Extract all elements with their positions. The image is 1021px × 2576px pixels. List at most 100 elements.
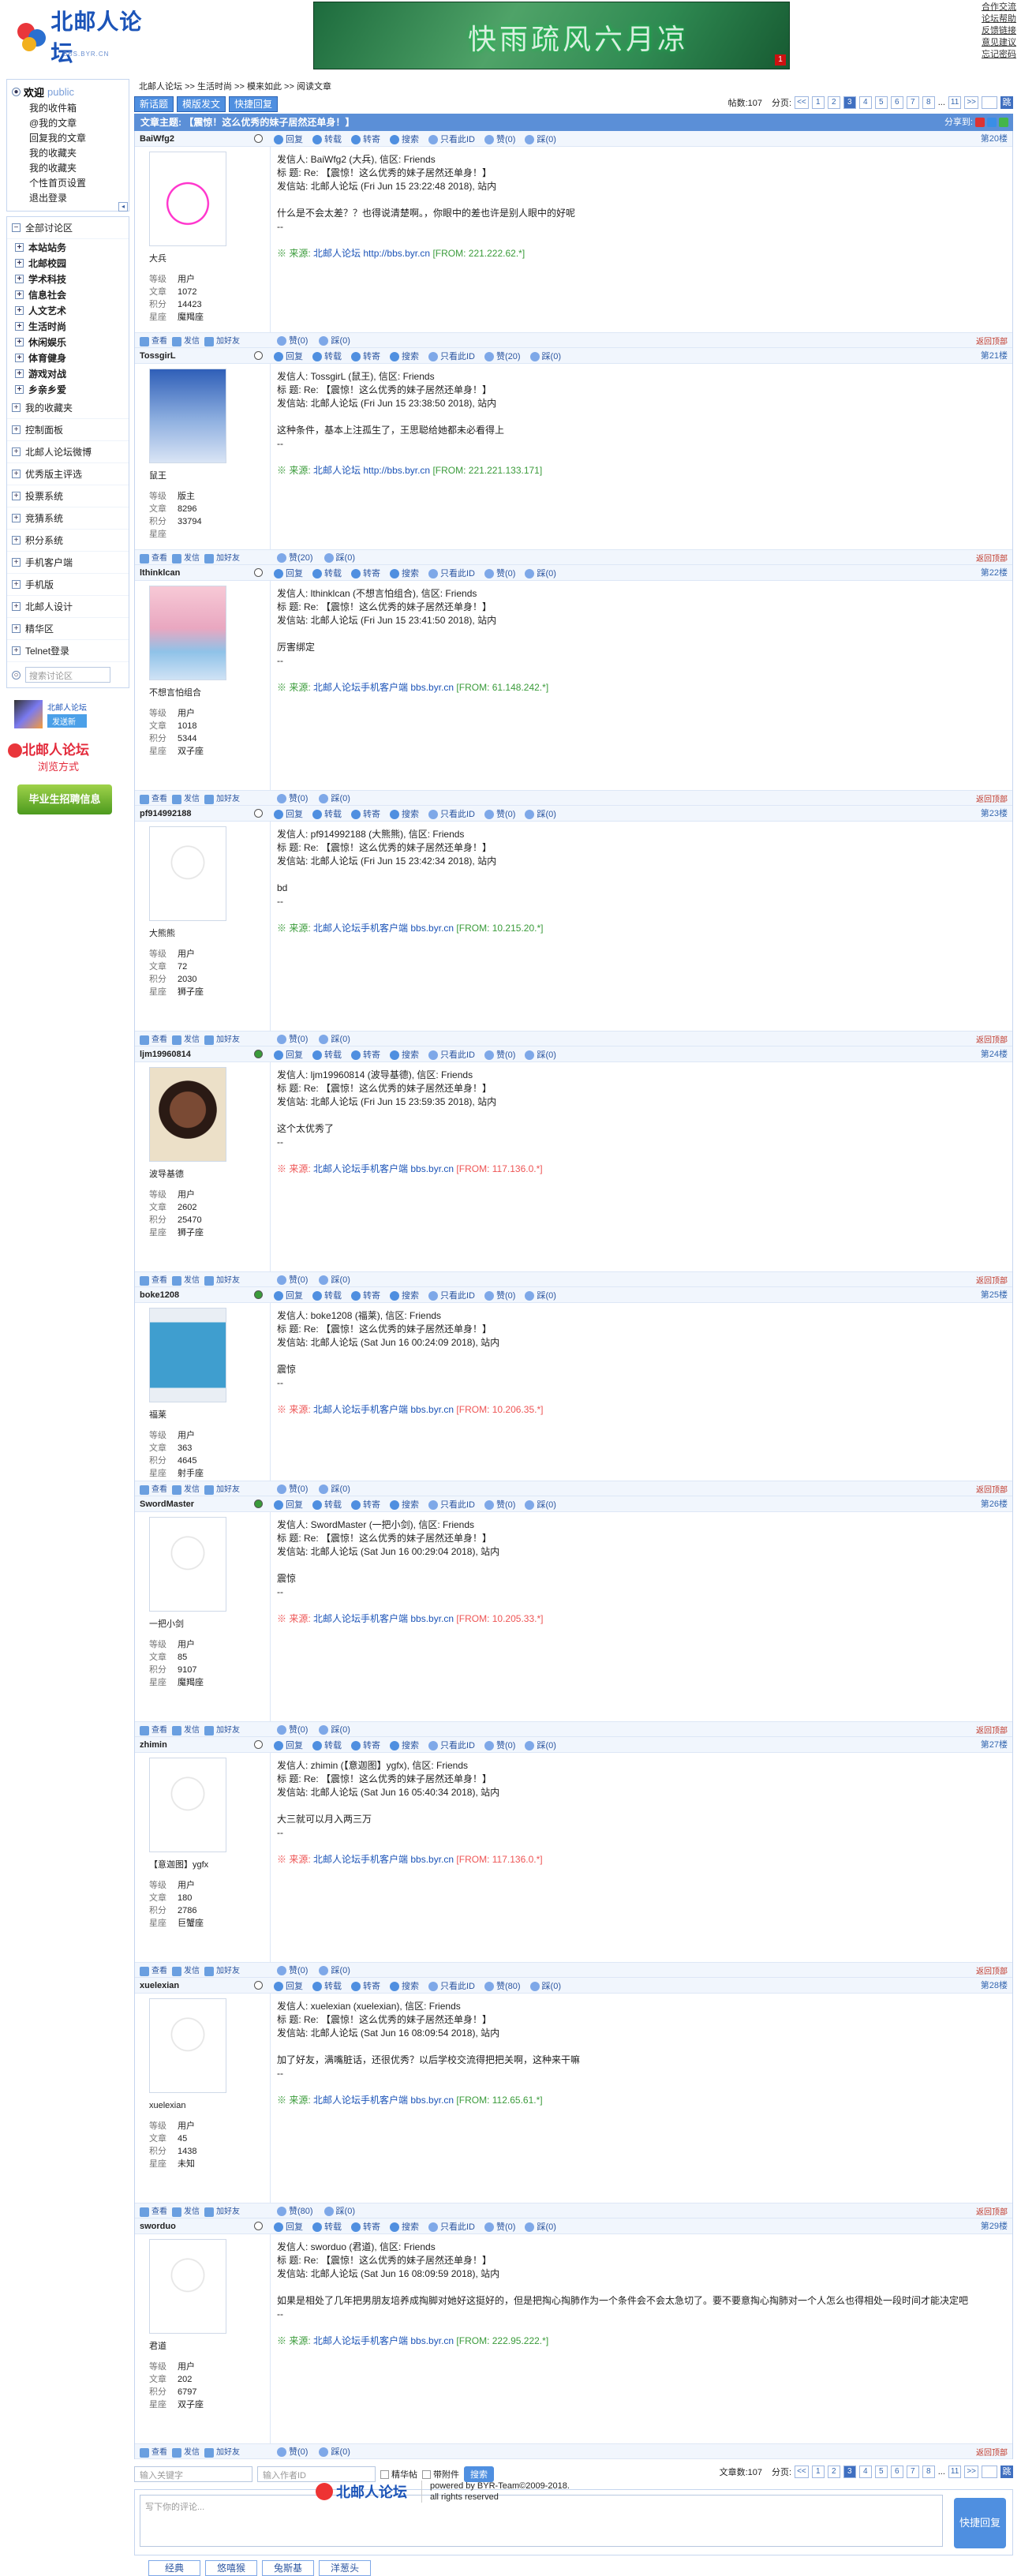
reply-action[interactable]: 回复 [274, 350, 303, 362]
dislike-action[interactable]: 踩(0) [525, 1289, 556, 1301]
nav-digest[interactable]: + 精华区 [7, 618, 129, 640]
forward-action[interactable]: 转载 [312, 2220, 342, 2233]
source-link[interactable]: 北邮人论坛手机客户端 [313, 2095, 408, 2106]
dislike-action[interactable]: 踩(0) [525, 1739, 556, 1751]
board-item[interactable]: + 北邮校园 [15, 255, 129, 271]
forward-action[interactable]: 转载 [312, 567, 342, 579]
author-id-label[interactable]: ljm19960814 [140, 1050, 191, 1059]
dislike-action[interactable]: 踩(0) [319, 1723, 350, 1735]
view-user-action[interactable]: 查看 [140, 1964, 167, 1976]
expand-icon[interactable]: + [12, 470, 21, 478]
pager-current[interactable]: 3 [843, 2466, 856, 2478]
nav-points-system[interactable]: + 积分系统 [7, 530, 129, 552]
floor-number[interactable]: 第24楼 [981, 1046, 1008, 1062]
add-friend-action[interactable]: 加好友 [204, 1964, 240, 1976]
avatar[interactable] [149, 1308, 226, 1402]
pager-page[interactable]: 2 [827, 2466, 840, 2478]
cross-post-action[interactable]: 转寄 [351, 1048, 380, 1061]
pager-input[interactable] [982, 2466, 997, 2478]
cross-post-action[interactable]: 转寄 [351, 1498, 380, 1511]
board-item[interactable]: + 人文艺术 [15, 302, 129, 318]
forward-action[interactable]: 转载 [312, 1739, 342, 1751]
welcome-link[interactable]: 我的收藏夹 [29, 146, 125, 161]
expand-icon[interactable]: + [15, 305, 24, 315]
expand-icon[interactable]: + [15, 384, 24, 394]
quick-reply-submit[interactable]: 快捷回复 [954, 2498, 1006, 2548]
board-item[interactable]: + 学术科技 [15, 271, 129, 286]
search-action[interactable]: 搜索 [390, 1739, 419, 1751]
like-action[interactable]: 赞(0) [484, 1498, 515, 1511]
post-author-id[interactable]: sworduo [135, 2218, 271, 2233]
add-friend-action[interactable]: 加好友 [204, 1032, 240, 1045]
expand-icon[interactable]: + [12, 602, 21, 611]
only-author-action[interactable]: 只看此ID [428, 1048, 475, 1061]
expand-icon[interactable]: + [12, 447, 21, 456]
only-author-action[interactable]: 只看此ID [428, 807, 475, 820]
only-author-action[interactable]: 只看此ID [428, 2220, 475, 2233]
pager-go-button[interactable]: 跳 [1000, 2466, 1013, 2478]
expand-icon[interactable]: + [12, 558, 21, 567]
author-id-label[interactable]: sworduo [140, 2222, 176, 2231]
like-action[interactable]: 赞(20) [484, 350, 521, 362]
source-url[interactable]: bbs.byr.cn [410, 1163, 454, 1174]
floor-number[interactable]: 第25楼 [981, 1287, 1008, 1303]
author-id-label[interactable]: SwordMaster [140, 1500, 194, 1509]
welcome-user[interactable]: public [47, 86, 74, 98]
floor-number[interactable]: 第20楼 [981, 131, 1008, 147]
new-post-button[interactable]: 新话题 [134, 96, 174, 112]
breadcrumb-item[interactable]: 北邮人论坛 [139, 82, 182, 92]
expand-icon[interactable]: + [15, 242, 24, 252]
top-link[interactable]: 意见建议 [982, 37, 1016, 49]
like-action[interactable]: 赞(0) [277, 334, 308, 346]
pager-page[interactable]: 4 [858, 96, 872, 109]
pager-page[interactable]: 7 [906, 2466, 919, 2478]
like-action[interactable]: 赞(0) [277, 1273, 308, 1286]
only-author-action[interactable]: 只看此ID [428, 350, 475, 362]
message-user-action[interactable]: 发信 [172, 334, 200, 346]
source-url[interactable]: bbs.byr.cn [410, 1404, 454, 1415]
search-action[interactable]: 搜索 [390, 567, 419, 579]
add-friend-action[interactable]: 加好友 [204, 1273, 240, 1286]
author-id-label[interactable]: xuelexian [140, 1981, 179, 1990]
author-id-label[interactable]: BaiWfg2 [140, 134, 174, 144]
nav-vote-system[interactable]: + 投票系统 [7, 485, 129, 507]
floor-number[interactable]: 第28楼 [981, 1978, 1008, 1994]
search-action[interactable]: 搜索 [390, 2220, 419, 2233]
author-id-label[interactable]: TossgirL [140, 351, 176, 361]
post-author-id[interactable]: BaiWfg2 [135, 131, 271, 146]
avatar[interactable] [149, 2239, 226, 2334]
view-user-action[interactable]: 查看 [140, 792, 167, 804]
message-user-action[interactable]: 发信 [172, 1482, 200, 1495]
collapse-icon[interactable]: − [12, 223, 21, 232]
dislike-action[interactable]: 踩(0) [525, 1498, 556, 1511]
avatar[interactable] [149, 826, 226, 921]
dislike-action[interactable]: 踩(0) [319, 1482, 350, 1495]
job-ad[interactable]: 毕业生招聘信息 [17, 784, 112, 814]
like-action[interactable]: 赞(0) [484, 567, 515, 579]
avatar[interactable] [149, 586, 226, 680]
message-user-action[interactable]: 发信 [172, 1964, 200, 1976]
author-id-label[interactable]: boke1208 [140, 1290, 179, 1300]
like-action[interactable]: 赞(0) [484, 133, 515, 145]
search-action[interactable]: 搜索 [390, 1048, 419, 1061]
template-post-button[interactable]: 模版发文 [177, 96, 226, 112]
source-link[interactable]: 北邮人论坛手机客户端 [313, 923, 408, 934]
client-ad[interactable]: 北邮人论坛 发送新 [6, 699, 129, 729]
avatar[interactable] [149, 152, 226, 246]
post-author-id[interactable]: SwordMaster [135, 1496, 271, 1511]
source-link[interactable]: 北邮人论坛手机客户端 [313, 2335, 408, 2346]
source-link[interactable]: 北邮人论坛手机客户端 [313, 682, 408, 693]
reply-action[interactable]: 回复 [274, 1979, 303, 1992]
floor-number[interactable]: 第26楼 [981, 1496, 1008, 1512]
nav-telnet[interactable]: + Telnet登录 [7, 640, 129, 662]
pager-page[interactable]: 6 [890, 96, 903, 109]
source-link[interactable]: 北邮人论坛 [313, 465, 361, 476]
dislike-action[interactable]: 踩(0) [319, 1032, 350, 1045]
site-logo[interactable]: 北邮人论坛 BBS.BYR.CN [14, 9, 156, 66]
cross-post-action[interactable]: 转寄 [351, 133, 380, 145]
source-url[interactable]: bbs.byr.cn [410, 2095, 454, 2106]
source-url[interactable]: http://bbs.byr.cn [363, 465, 430, 476]
like-action[interactable]: 赞(80) [484, 1979, 521, 1992]
back-to-top-link[interactable]: 返回顶部 [976, 2205, 1008, 2217]
dislike-action[interactable]: 踩(0) [319, 2445, 350, 2458]
